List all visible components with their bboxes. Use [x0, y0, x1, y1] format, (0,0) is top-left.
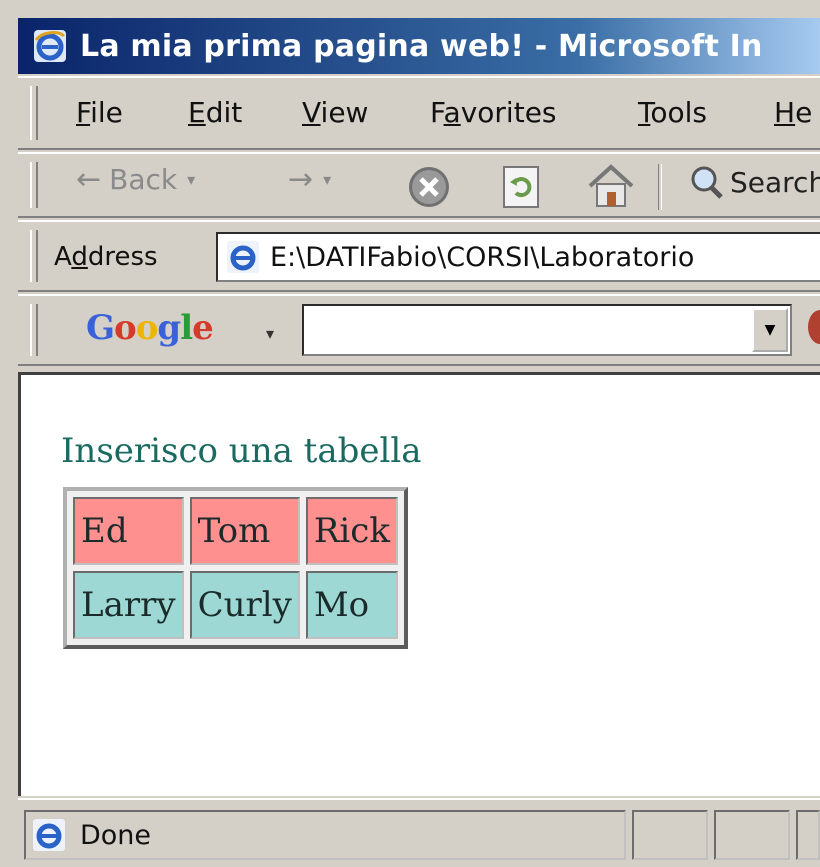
status-pane: [796, 810, 820, 860]
table-cell: Mo: [305, 571, 398, 639]
google-toolbar-grip[interactable]: [30, 304, 38, 356]
standard-toolbar: ← Back ▾ → ▾ Search: [18, 152, 820, 218]
status-pane: [632, 810, 708, 860]
forward-dropdown-icon[interactable]: ▾: [323, 170, 331, 189]
ie-icon[interactable]: [32, 28, 68, 64]
menu-view[interactable]: View: [302, 96, 368, 129]
google-toolbar: Google ▾ ▼: [18, 294, 820, 366]
table-cell: Rick: [305, 497, 398, 565]
status-main-pane: Done: [24, 810, 626, 860]
menu-edit[interactable]: Edit: [188, 96, 242, 129]
forward-arrow-icon: →: [288, 162, 314, 197]
menu-tools[interactable]: Tools: [638, 96, 707, 129]
page-heading: Inserisco una tabella: [61, 431, 422, 471]
menu-bar-grip[interactable]: [30, 86, 38, 140]
search-label: Search: [730, 165, 820, 199]
table-cell: Curly: [189, 571, 300, 639]
menu-favorites[interactable]: Favorites: [430, 96, 557, 129]
back-button[interactable]: ← Back ▾: [76, 162, 195, 197]
table-cell: Ed: [73, 497, 184, 565]
refresh-icon[interactable]: [500, 164, 544, 210]
address-label: Address: [54, 242, 158, 272]
address-value: E:\DATIFabio\CORSI\Laboratorio: [270, 241, 695, 273]
menu-help[interactable]: He: [774, 96, 812, 129]
address-bar: Address E:\DATIFabio\CORSI\Laboratorio: [18, 220, 820, 292]
google-search-input[interactable]: ▼: [302, 304, 792, 356]
status-text: Done: [80, 819, 152, 851]
status-bar: Done: [18, 798, 820, 867]
status-pane: [714, 810, 790, 860]
names-table: Ed Tom Rick Larry Curly Mo: [63, 487, 408, 649]
search-button[interactable]: Search: [686, 162, 820, 202]
address-bar-grip[interactable]: [30, 230, 38, 282]
back-label: Back: [109, 163, 178, 196]
google-logo[interactable]: Google: [86, 308, 214, 348]
menu-bar: File Edit View Favorites Tools He: [18, 76, 820, 150]
window-title: La mia prima pagina web! - Microsoft In: [80, 28, 763, 64]
title-bar[interactable]: La mia prima pagina web! - Microsoft In: [18, 18, 820, 74]
forward-button[interactable]: → ▾: [288, 162, 331, 197]
status-ie-icon: [33, 819, 65, 851]
search-icon: [691, 166, 723, 199]
toolbar-grip[interactable]: [30, 162, 38, 208]
menu-file[interactable]: File: [76, 96, 123, 129]
page-ie-icon: [227, 241, 259, 273]
address-input[interactable]: E:\DATIFabio\CORSI\Laboratorio: [216, 232, 820, 282]
stop-icon[interactable]: [406, 164, 452, 210]
table-cell: Larry: [73, 571, 184, 639]
table-cell: Tom: [189, 497, 300, 565]
table-row: Larry Curly Mo: [73, 571, 398, 639]
google-dropdown-icon[interactable]: ▾: [266, 324, 274, 343]
home-icon[interactable]: [586, 162, 636, 210]
google-search-dropdown-icon[interactable]: ▼: [752, 308, 788, 352]
page-content: Inserisco una tabella Ed Tom Rick Larry Curl…: [18, 372, 820, 796]
toolbar-separator: [658, 164, 662, 210]
google-search-button-icon[interactable]: [808, 310, 820, 344]
browser-window: La mia prima pagina web! - Microsoft In …: [0, 0, 820, 867]
back-arrow-icon: ←: [76, 162, 102, 197]
back-dropdown-icon[interactable]: ▾: [187, 170, 195, 189]
table-row: Ed Tom Rick: [73, 497, 398, 565]
